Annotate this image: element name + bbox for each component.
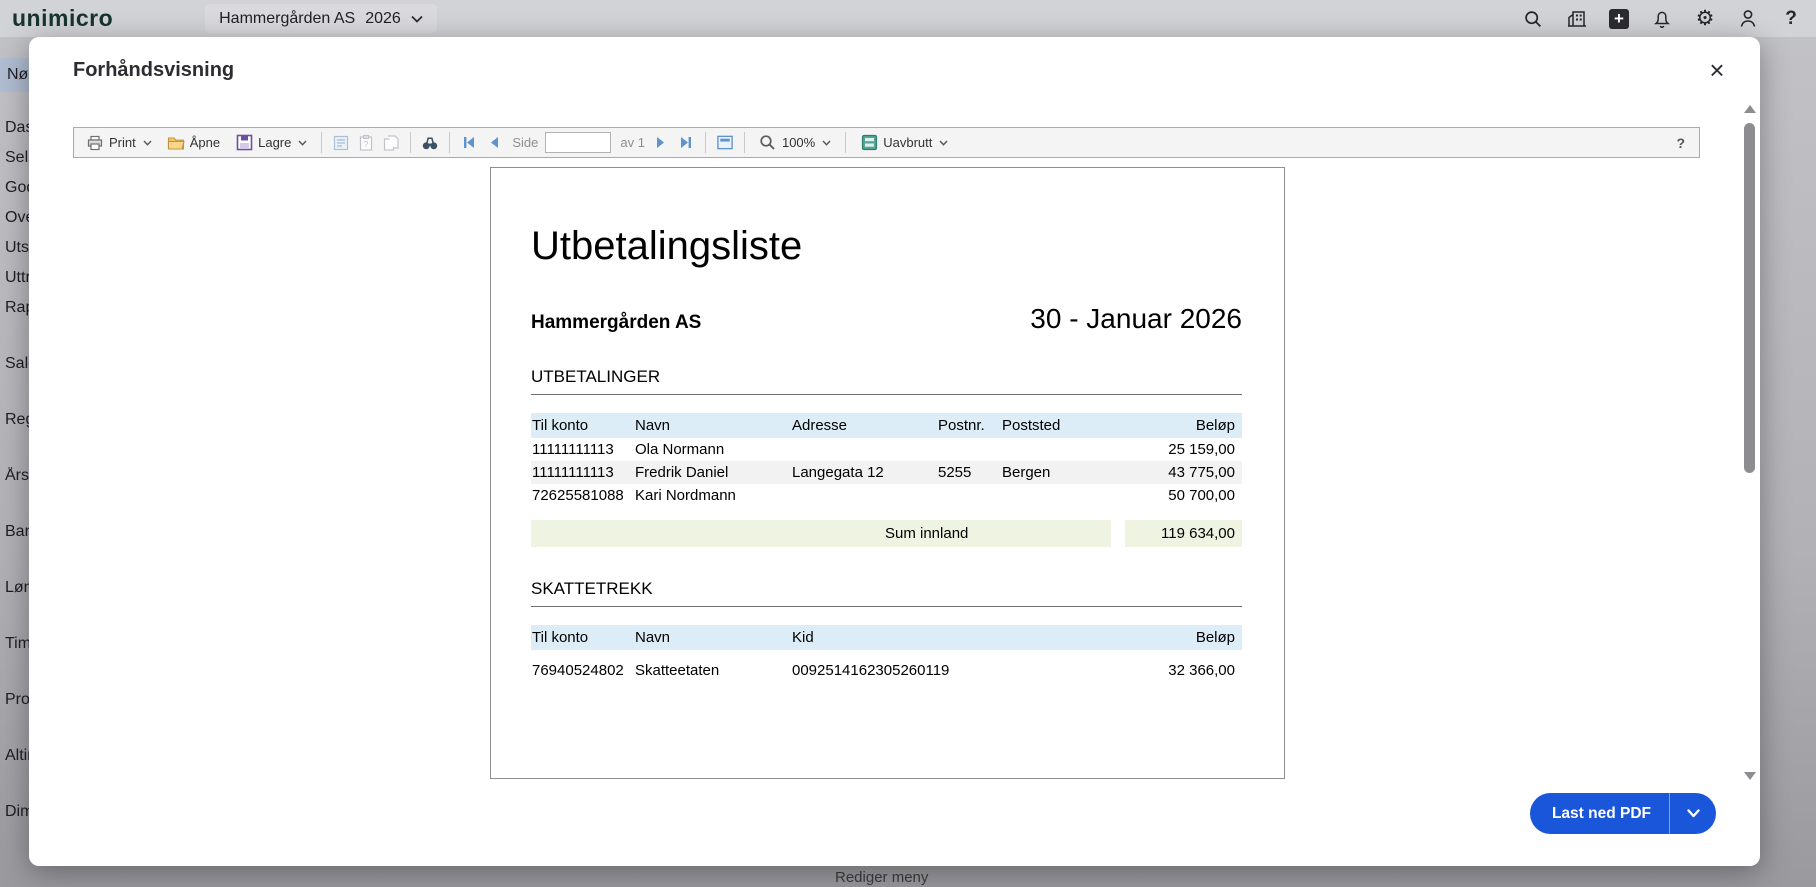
scrollbar-thumb[interactable] <box>1744 123 1755 473</box>
table-row: 11111111113 Ola Normann 25 159,00 <box>531 438 1242 461</box>
modal-title: Forhåndsvisning <box>73 59 234 82</box>
table-header-row: Til konto Navn Kid Beløp <box>531 625 1242 650</box>
help-icon[interactable]: ? <box>1780 8 1802 30</box>
parameters-icon[interactable]: ? <box>357 134 375 152</box>
topbar: unimicro Hammergården AS 2026 + ⚙ ? <box>0 0 1816 37</box>
continuous-view-icon <box>860 134 878 152</box>
preview-modal: Forhåndsvisning × Print Åpne Lagre <box>29 37 1760 866</box>
chevron-down-icon <box>298 140 307 146</box>
toolbar-separator <box>705 132 706 153</box>
next-page-icon[interactable] <box>652 134 670 152</box>
print-button[interactable]: Print <box>82 132 156 154</box>
report-title: Utbetalingsliste <box>531 224 1242 269</box>
company-name: Hammergården AS <box>219 10 355 28</box>
plus-glyph: + <box>1609 9 1629 29</box>
gear-glyph: ⚙ <box>1696 8 1715 29</box>
col-belop: Beløp <box>1031 629 1242 646</box>
open-button[interactable]: Åpne <box>163 132 224 154</box>
col-poststed: Poststed <box>1001 417 1121 434</box>
skattetrekk-table: Til konto Navn Kid Beløp 76940524802 Ska… <box>531 625 1242 682</box>
print-label: Print <box>109 135 136 150</box>
toc-icon[interactable] <box>332 134 350 152</box>
chevron-down-icon <box>411 15 423 23</box>
sum-value: 119 634,00 <box>1125 520 1242 547</box>
question-glyph: ? <box>1785 8 1797 30</box>
report-page: Utbetalingsliste Hammergården AS 30 - Ja… <box>490 167 1285 779</box>
col-til-konto: Til konto <box>531 629 634 646</box>
table-row: 11111111113 Fredrik Daniel Langegata 12 … <box>531 461 1242 484</box>
utbetalinger-table: Til konto Navn Adresse Postnr. Poststed … <box>531 413 1242 507</box>
col-adresse: Adresse <box>791 417 937 434</box>
report-company: Hammergården AS <box>531 312 701 334</box>
toolbar-help[interactable]: ? <box>1676 135 1691 151</box>
view-mode-control[interactable]: Uavbrutt <box>856 132 952 154</box>
table-header-row: Til konto Navn Adresse Postnr. Poststed … <box>531 413 1242 438</box>
close-icon[interactable]: × <box>1702 55 1732 85</box>
last-page-icon[interactable] <box>677 134 695 152</box>
chevron-down-icon <box>143 140 152 146</box>
toolbar-separator <box>410 132 411 153</box>
notifications-icon[interactable] <box>1651 8 1673 30</box>
sum-label: Sum innland <box>885 525 968 542</box>
page-total: av 1 <box>620 135 645 150</box>
toolbar-separator <box>845 132 846 153</box>
download-pdf-button[interactable]: Last ned PDF <box>1530 793 1716 834</box>
scroll-up-icon[interactable] <box>1744 105 1756 113</box>
first-page-icon[interactable] <box>460 134 478 152</box>
col-navn: Navn <box>634 417 791 434</box>
folder-icon <box>167 134 185 152</box>
chevron-down-icon <box>822 140 831 146</box>
zoom-value: 100% <box>782 135 815 150</box>
save-button[interactable]: Lagre <box>231 132 311 154</box>
zoom-control[interactable]: 100% <box>755 132 835 154</box>
page-label: Side <box>512 135 538 150</box>
save-icon <box>235 134 253 152</box>
settings-icon[interactable]: ⚙ <box>1694 8 1716 30</box>
rediger-meny-link[interactable]: Rediger meny <box>835 869 928 886</box>
view-mode-value: Uavbrutt <box>883 135 932 150</box>
topbar-icons: + ⚙ ? <box>1522 8 1802 30</box>
copy-page-icon[interactable] <box>382 134 400 152</box>
add-icon[interactable]: + <box>1608 8 1630 30</box>
chevron-down-icon <box>1687 809 1700 818</box>
table-row: 76940524802 Skatteetaten 009251416230526… <box>531 659 1242 682</box>
company-icon[interactable] <box>1565 8 1587 30</box>
save-label: Lagre <box>258 135 291 150</box>
chevron-down-icon <box>939 140 948 146</box>
col-kid: Kid <box>791 629 1031 646</box>
download-pdf-label: Last ned PDF <box>1530 805 1669 823</box>
user-icon[interactable] <box>1737 8 1759 30</box>
scroll-down-icon[interactable] <box>1744 772 1756 780</box>
app-logo: unimicro <box>12 5 113 32</box>
company-year: 2026 <box>365 10 401 28</box>
col-navn: Navn <box>634 629 791 646</box>
printer-icon <box>86 134 104 152</box>
toolbar-separator <box>449 132 450 153</box>
section-skattetrekk: SKATTETREKK <box>531 579 1242 607</box>
preview-scrollbar[interactable] <box>1743 105 1756 780</box>
open-label: Åpne <box>190 135 220 150</box>
report-toolbar: Print Åpne Lagre ? <box>73 127 1700 158</box>
toolbar-separator <box>321 132 322 153</box>
page-view-icon[interactable] <box>716 134 734 152</box>
table-row: 72625581088 Kari Nordmann 50 700,00 <box>531 484 1242 507</box>
sum-row: Sum innland 119 634,00 <box>531 520 1242 547</box>
preview-area: Utbetalingsliste Hammergården AS 30 - Ja… <box>30 158 1742 780</box>
col-til-konto: Til konto <box>531 417 634 434</box>
section-utbetalinger: UTBETALINGER <box>531 367 1242 395</box>
magnifier-icon <box>759 134 777 152</box>
page-number-input[interactable] <box>545 132 611 153</box>
col-belop: Beløp <box>1121 417 1242 434</box>
find-icon[interactable] <box>421 134 439 152</box>
prev-page-icon[interactable] <box>485 134 503 152</box>
col-postnr: Postnr. <box>937 417 1001 434</box>
company-selector[interactable]: Hammergården AS 2026 <box>205 4 437 33</box>
toolbar-separator <box>744 132 745 153</box>
svg-text:?: ? <box>364 140 369 149</box>
download-options-toggle[interactable] <box>1670 809 1716 818</box>
report-period: 30 - Januar 2026 <box>1030 303 1242 335</box>
search-icon[interactable] <box>1522 8 1544 30</box>
